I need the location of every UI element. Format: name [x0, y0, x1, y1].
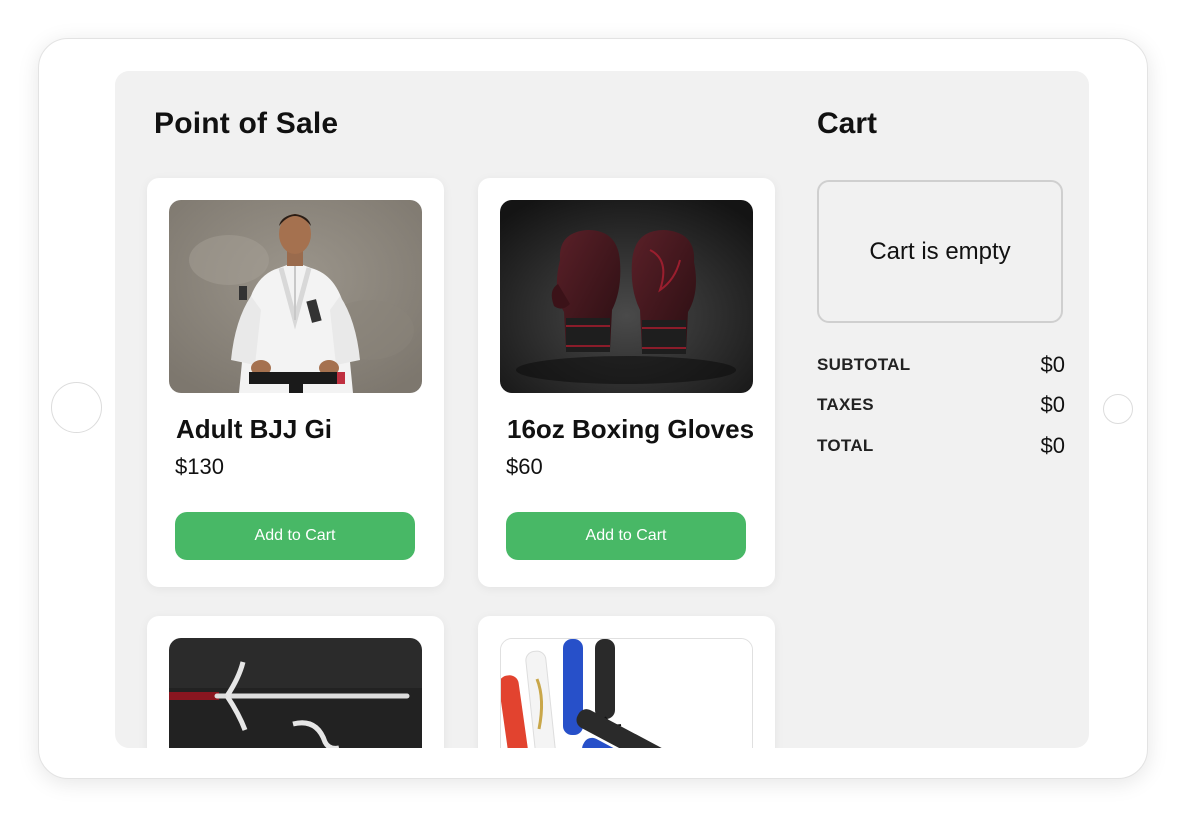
product-card-boxing-gloves: 16oz Boxing Gloves $60 Add to Cart — [478, 178, 775, 587]
page-title: Point of Sale — [154, 107, 339, 140]
product-price: $130 — [175, 454, 224, 479]
home-button — [51, 382, 102, 433]
camera-dot — [1103, 394, 1133, 424]
gi-photo — [169, 200, 422, 393]
nunchaku-photo — [500, 638, 753, 748]
pos-screen: Point of Sale Cart Adult BJJ Gi $130 Add… — [115, 71, 1089, 748]
taxes-row: TAXES $0 — [817, 390, 1065, 420]
taxes-label: TAXES — [817, 395, 874, 414]
cart-empty-box: Cart is empty — [817, 180, 1063, 323]
total-value: $0 — [1040, 433, 1065, 458]
product-price: $60 — [506, 454, 543, 479]
subtotal-row: SUBTOTAL $0 — [817, 350, 1065, 380]
product-name: 16oz Boxing Gloves — [507, 414, 755, 444]
add-to-cart-button[interactable]: Add to Cart — [175, 512, 415, 560]
product-card-nunchaku — [478, 616, 775, 748]
total-label: TOTAL — [817, 436, 874, 455]
subtotal-value: $0 — [1040, 352, 1065, 377]
subtotal-label: SUBTOTAL — [817, 355, 911, 374]
add-to-cart-button[interactable]: Add to Cart — [506, 512, 746, 560]
product-name: Adult BJJ Gi — [176, 414, 333, 444]
product-card-bjj-gi: Adult BJJ Gi $130 Add to Cart — [147, 178, 444, 587]
gloves-photo — [500, 200, 753, 393]
product-card-sai — [147, 616, 444, 748]
sai-photo — [169, 638, 422, 748]
total-row: TOTAL $0 — [817, 431, 1065, 461]
cart-title: Cart — [817, 107, 878, 140]
cart-empty-message: Cart is empty — [869, 237, 1011, 265]
taxes-value: $0 — [1040, 392, 1065, 417]
